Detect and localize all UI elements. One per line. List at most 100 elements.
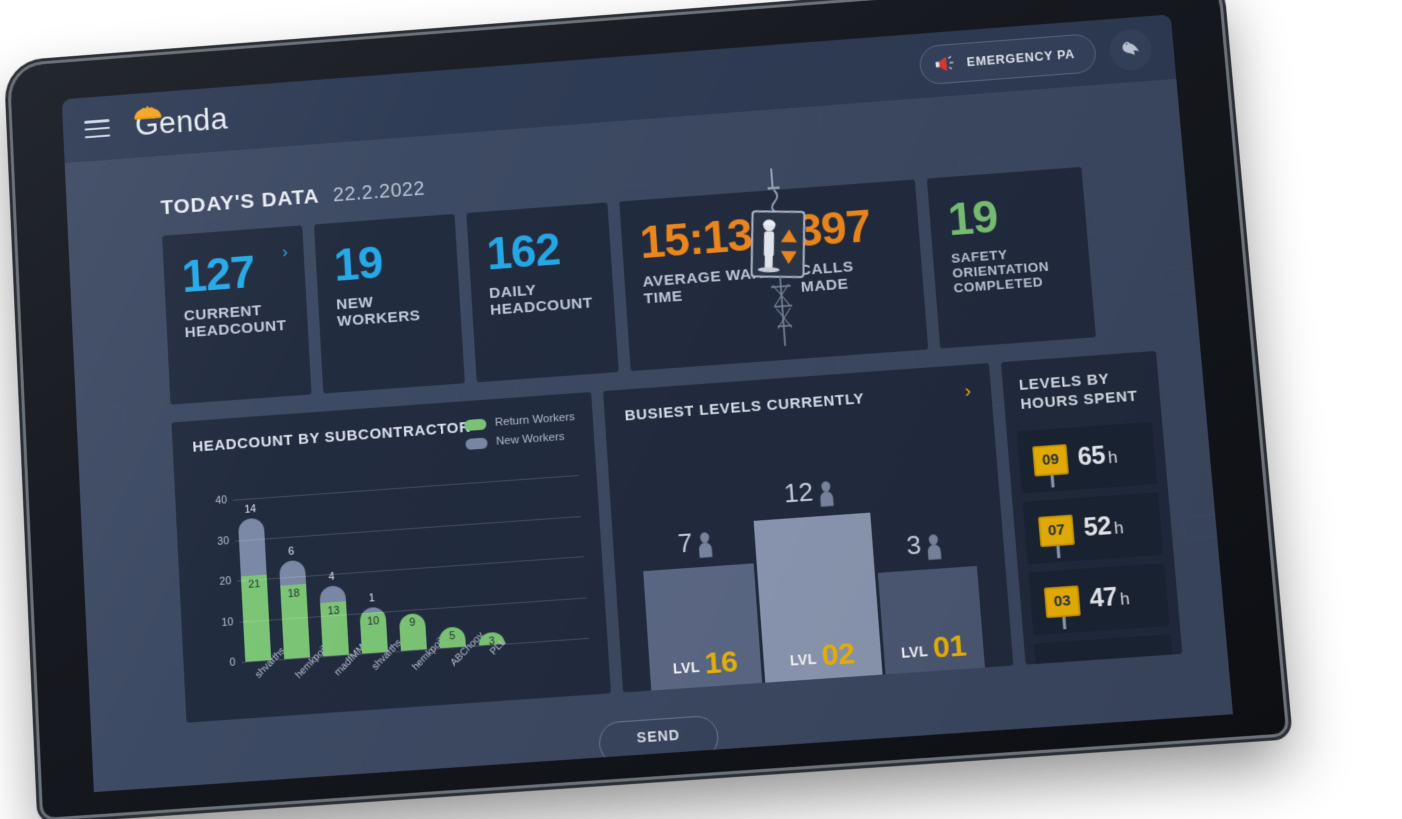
chart-x-tick-label: shvarths — [369, 637, 405, 673]
podium-bar: LVL 16 — [643, 563, 763, 691]
send-button[interactable]: SEND — [597, 714, 720, 766]
laptop-bezel: Genda EMERGENCY PA TODAY'S DATA 22.2.202… — [9, 0, 1287, 818]
busiest-levels-panel: BUSIEST LEVELS CURRENTLY › LVL 16 7 LVL 02 12… — [603, 363, 1014, 693]
level-hours-row-partial[interactable] — [1034, 633, 1174, 665]
panel-row: HEADCOUNT BY SUBCONTRACTOR Return Worker… — [171, 350, 1183, 723]
kpi-value: 127 — [180, 245, 256, 303]
podium-count: 7 — [677, 526, 717, 560]
send-button-label: SEND — [636, 726, 681, 746]
chart-x-tick-label: shvarths — [253, 645, 288, 681]
level-hours-row[interactable]: 09 65h — [1016, 421, 1158, 494]
chart-legend: Return Workers New Workers — [463, 411, 577, 457]
worker-silhouette-icon — [699, 532, 713, 558]
laptop-mockup: Genda EMERGENCY PA TODAY'S DATA 22.2.202… — [0, 0, 1402, 818]
kpi-value: 19 — [946, 190, 1000, 246]
kpi-label: SAFETY ORIENTATION COMPLETED — [950, 246, 1050, 296]
level-number: 03 — [1053, 592, 1072, 611]
level-hours-row[interactable]: 03 47h — [1028, 562, 1170, 635]
emergency-pa-button[interactable]: EMERGENCY PA — [918, 33, 1098, 86]
megaphone-icon — [935, 53, 957, 72]
level-hours-value: 52h — [1082, 511, 1124, 543]
levels-hours-list: 09 65h 07 52h 03 47h — [1007, 420, 1183, 665]
podium-level-number: 02 — [820, 636, 856, 673]
dove-icon — [1122, 41, 1140, 56]
kpi-current-headcount[interactable]: 127 CURRENT HEADCOUNT › — [162, 225, 312, 405]
podium-column[interactable]: LVL 01 3 — [877, 529, 985, 675]
chart-x-tick: PLL — [478, 632, 508, 658]
dashboard-content: TODAY'S DATA 22.2.2022 127 CURRENT HEADC… — [65, 79, 1233, 792]
kpi-wait-time-and-calls[interactable]: 15:13 AVERAGE WAIT TIME 397 CALLS MADE — [619, 179, 929, 372]
dove-button[interactable] — [1107, 27, 1154, 72]
kpi-label: NEW WORKERS — [335, 293, 421, 331]
level-number: 07 — [1047, 521, 1066, 540]
chart-bar-value-return: 9 — [408, 616, 416, 629]
chart-bar-segment-new — [319, 585, 346, 604]
chart-x-tick: shvarths — [245, 645, 287, 680]
chart-bar-value-new: 6 — [288, 545, 295, 558]
legend-item-return-workers: Return Workers — [463, 411, 576, 431]
chevron-right-icon[interactable]: › — [282, 242, 289, 262]
worker-silhouette-icon — [927, 534, 942, 560]
hamburger-icon[interactable] — [84, 119, 111, 139]
chart-y-tick: 0 — [229, 656, 236, 669]
chart-bar-value-return: 18 — [287, 587, 301, 601]
chart-y-tick: 30 — [217, 534, 230, 548]
level-hours-row[interactable]: 07 52h — [1022, 491, 1164, 564]
dashboard-screen: Genda EMERGENCY PA TODAY'S DATA 22.2.202… — [61, 14, 1233, 793]
bar-chart: 21 14 shvarths 18 6 hemkpoilik 13 4 madfMMM 10 1 sh… — [195, 471, 595, 699]
hard-hat-icon — [133, 104, 162, 122]
chart-x-tick: ABChooy — [439, 630, 487, 669]
header-actions: EMERGENCY PA — [918, 27, 1154, 87]
level-sign-icon: 07 — [1037, 513, 1075, 547]
podium-level-number: 16 — [703, 644, 739, 681]
level-hours-value: 65h — [1076, 441, 1118, 472]
level-sign-icon: 03 — [1043, 584, 1081, 618]
hoist-illustration-icon — [729, 165, 828, 349]
chart-bar-value-return: 10 — [366, 614, 380, 628]
kpi-safety-orientation[interactable]: 19 SAFETY ORIENTATION COMPLETED — [926, 166, 1096, 349]
level-hours-unit: h — [1119, 588, 1131, 609]
chart-bar-value-new: 1 — [368, 592, 376, 606]
laptop-screen-area: Genda EMERGENCY PA TODAY'S DATA 22.2.202… — [61, 14, 1233, 793]
podium-column[interactable]: LVL 02 12 — [753, 476, 883, 683]
chart-x-tick: madfMMM — [322, 636, 373, 678]
chart-bar-value-return: 13 — [327, 605, 340, 618]
podium-count: 12 — [783, 475, 837, 510]
screenshot-root: Genda EMERGENCY PA TODAY'S DATA 22.2.202… — [0, 0, 1402, 818]
podium-level-number: 01 — [931, 628, 968, 665]
level-sign-icon: 09 — [1032, 443, 1069, 477]
chevron-right-icon[interactable]: › — [964, 380, 972, 402]
legend-label: New Workers — [495, 430, 565, 448]
page-date: 22.2.2022 — [332, 177, 426, 207]
panel-title: BUSIEST LEVELS CURRENTLY — [624, 390, 865, 425]
kpi-daily-headcount[interactable]: 162 DAILY HEADCOUNT — [466, 202, 619, 383]
legend-swatch — [463, 418, 487, 431]
chart-x-tick: shvarths — [361, 637, 404, 672]
podium-count-value: 7 — [676, 527, 694, 559]
chart-bar-stack[interactable]: 18 — [278, 559, 311, 660]
kpi-label: DAILY HEADCOUNT — [488, 281, 594, 319]
podium-bar: LVL 02 — [753, 512, 883, 683]
app-logo[interactable]: Genda — [133, 101, 229, 143]
chart-y-tick: 40 — [215, 494, 228, 507]
podium-count-value: 3 — [905, 529, 923, 561]
chart-bar-segment-new — [278, 559, 307, 586]
kpi-value: 162 — [485, 222, 562, 280]
kpi-value: 19 — [332, 236, 384, 291]
level-hours-value: 47h — [1088, 582, 1131, 614]
levels-by-hours-panel: LEVELS BY HOURS SPENT 09 65h 07 52h 03 47h — [1000, 350, 1183, 665]
chart-y-tick: 10 — [221, 615, 234, 629]
page-title: TODAY'S DATA — [160, 184, 320, 220]
headcount-by-subcontractor-panel: HEADCOUNT BY SUBCONTRACTOR Return Worker… — [171, 391, 611, 723]
kpi-new-workers[interactable]: 19 NEW WORKERS — [313, 213, 465, 394]
chart-bar-value-new: 14 — [244, 503, 257, 517]
emergency-pa-label: EMERGENCY PA — [966, 47, 1076, 70]
kpi-label: CURRENT HEADCOUNT — [183, 301, 287, 342]
chart-x-tick-label: PLL — [488, 636, 509, 658]
legend-item-new-workers: New Workers — [464, 430, 576, 450]
legend-label: Return Workers — [494, 411, 576, 429]
podium-column[interactable]: LVL 16 7 — [643, 527, 763, 691]
chart-bar-segment-new — [237, 517, 267, 577]
section-header: TODAY'S DATA 22.2.2022 — [160, 177, 425, 220]
podium-chart: LVL 16 7 LVL 02 12 LVL 01 3 — [638, 469, 985, 691]
